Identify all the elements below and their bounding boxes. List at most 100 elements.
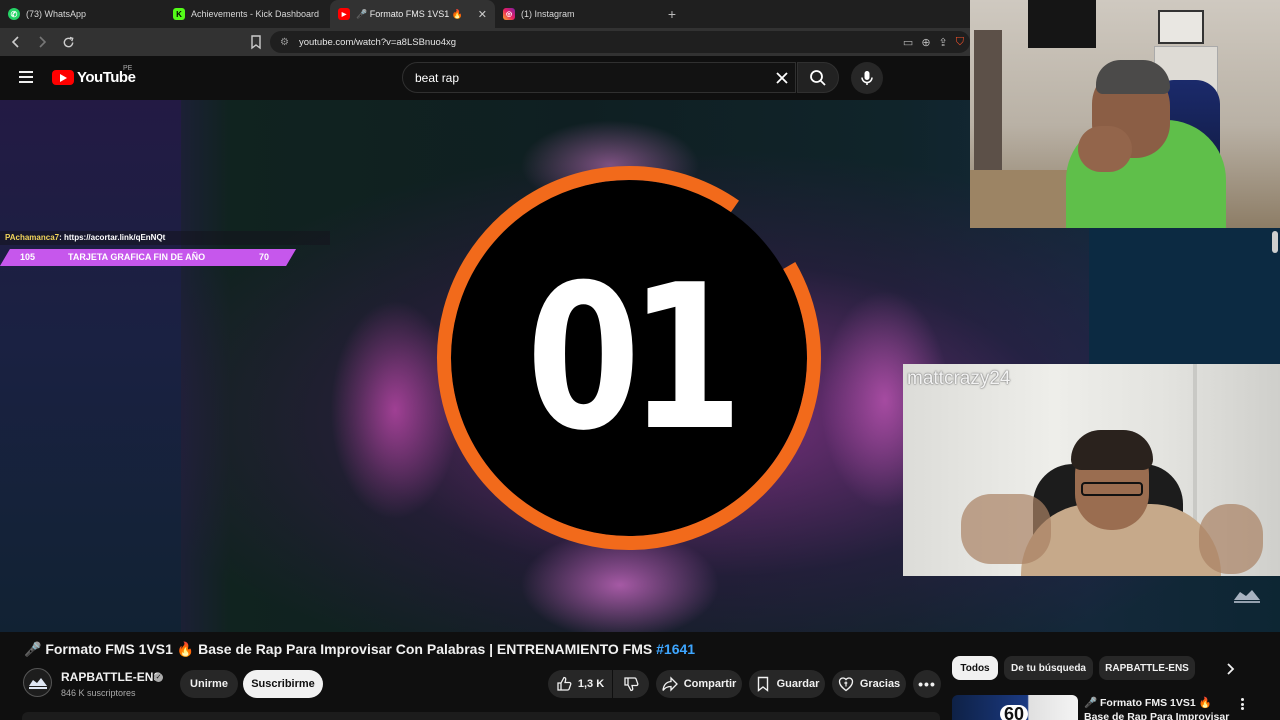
- subscribe-label: Suscribirme: [251, 678, 315, 690]
- video-left-band: [0, 100, 181, 632]
- search-query: beat rap: [415, 70, 460, 85]
- thumbnail-counter: 60: [1000, 705, 1029, 720]
- brave-shield-icon[interactable]: ⛉: [956, 36, 964, 49]
- youtube-logo[interactable]: YouTube PE: [52, 65, 136, 86]
- channel-logo-icon: [28, 677, 47, 689]
- goal-name: TARJETA GRAFICA FIN DE AÑO: [68, 252, 206, 262]
- toolbar-actions: ▭ ⊕ ⇪ ⛉: [903, 28, 964, 56]
- save-label: Guardar: [776, 678, 820, 690]
- back-button[interactable]: [6, 32, 26, 52]
- site-settings-icon[interactable]: ⚙: [280, 37, 289, 48]
- browser-toolbar: ⚙ youtube.com/watch?v=a8LSBnuo4xg ▭ ⊕ ⇪ …: [0, 28, 970, 56]
- reload-button[interactable]: [58, 32, 78, 52]
- chip-from-search[interactable]: De tu búsqueda: [1004, 656, 1093, 680]
- guest-hand: [1199, 504, 1263, 574]
- goal-current-value: 105: [20, 252, 36, 262]
- streamer-webcam: [970, 0, 1280, 228]
- guest-webcam: mattcrazy24: [903, 364, 1280, 576]
- like-button[interactable]: 1,3 K: [548, 670, 612, 698]
- chip-label: De tu búsqueda: [1010, 662, 1086, 674]
- region-code: PE: [123, 65, 133, 72]
- cast-icon[interactable]: ▭: [903, 36, 913, 49]
- tab-title: (1) Instagram: [521, 9, 575, 19]
- more-vertical-icon[interactable]: [1236, 696, 1248, 712]
- description-box[interactable]: [22, 712, 940, 720]
- dislike-button[interactable]: [613, 670, 649, 698]
- video-side-panel: [1089, 228, 1280, 364]
- scrollbar-thumb[interactable]: [1272, 231, 1278, 253]
- new-tab-button[interactable]: +: [662, 0, 682, 28]
- microphone-icon: [861, 71, 873, 85]
- browser-tabstrip: ✆ (73) WhatsApp K Achievements - Kick Da…: [0, 0, 970, 28]
- cam-background: [1158, 10, 1204, 44]
- zoom-icon[interactable]: ⊕: [921, 36, 930, 49]
- back-arrow-icon: [11, 36, 19, 48]
- chat-username: PAchamanca7: [5, 233, 60, 242]
- tab-youtube[interactable]: ▶ 🎤 Formato FMS 1VS1 🔥 Base ✕: [330, 0, 495, 28]
- save-button[interactable]: Guardar: [749, 670, 825, 698]
- menu-icon[interactable]: [19, 71, 33, 83]
- cam-background: [1028, 0, 1096, 48]
- streamer-hair: [1096, 60, 1170, 94]
- video-title: 🎤 Formato FMS 1VS1 🔥 Base de Rap Para Im…: [24, 641, 944, 661]
- guest-hair: [1071, 430, 1153, 470]
- thanks-button[interactable]: Gracias: [832, 670, 906, 698]
- super-thanks-icon: [838, 676, 854, 692]
- guest-glasses: [1081, 482, 1143, 496]
- screen: ✆ (73) WhatsApp K Achievements - Kick Da…: [0, 0, 1280, 720]
- forward-button[interactable]: [32, 32, 52, 52]
- bookmark-icon[interactable]: [248, 34, 264, 50]
- share-button[interactable]: Compartir: [656, 670, 742, 698]
- countdown-number: 01: [526, 241, 743, 475]
- whatsapp-icon: ✆: [8, 8, 20, 20]
- reload-icon: [63, 36, 74, 47]
- join-label: Unirme: [190, 678, 228, 690]
- address-bar[interactable]: ⚙ youtube.com/watch?v=a8LSBnuo4xg: [270, 31, 970, 53]
- channel-avatar[interactable]: [23, 668, 52, 697]
- url-text: youtube.com/watch?v=a8LSBnuo4xg: [298, 36, 457, 48]
- cam-background: [970, 170, 1070, 228]
- chat-message: PAchamanca7: https://acortar.link/qEnNQt: [0, 231, 330, 245]
- bookmark-icon: [755, 676, 771, 692]
- join-button[interactable]: Unirme: [180, 670, 238, 698]
- voice-search-button[interactable]: [851, 62, 883, 94]
- tab-title: (73) WhatsApp: [26, 9, 87, 19]
- tab-kick[interactable]: K Achievements - Kick Dashboard: [165, 0, 330, 28]
- recommendation-title[interactable]: 🎤 Formato FMS 1VS1 🔥 Base de Rap Para Im…: [1084, 696, 1232, 720]
- tab-whatsapp[interactable]: ✆ (73) WhatsApp: [0, 0, 165, 28]
- tab-instagram[interactable]: ◎ (1) Instagram: [495, 0, 660, 28]
- channel-watermark-icon[interactable]: [1232, 586, 1262, 606]
- donation-goal-bar: 105 TARJETA GRAFICA FIN DE AÑO 70: [0, 249, 296, 266]
- search-icon: [810, 69, 826, 86]
- streamer-hand: [1078, 126, 1132, 172]
- recommendation-thumbnail[interactable]: 60: [952, 695, 1078, 720]
- cam-background: [974, 30, 1002, 170]
- youtube-play-icon: [52, 70, 74, 85]
- clear-search-button[interactable]: [773, 69, 791, 87]
- chip-all[interactable]: Todos: [952, 656, 998, 680]
- video-hashtag[interactable]: #1641: [656, 641, 695, 657]
- guest-hand: [961, 494, 1051, 564]
- video-title-text: 🎤 Formato FMS 1VS1 🔥 Base de Rap Para Im…: [24, 641, 653, 657]
- close-icon: [776, 72, 788, 84]
- like-count: 1,3 K: [577, 678, 605, 690]
- chevron-right-icon: [1227, 663, 1235, 675]
- chips-next-button[interactable]: [1219, 658, 1241, 680]
- share-icon[interactable]: ⇪: [939, 36, 948, 49]
- search-input[interactable]: beat rap: [402, 62, 796, 93]
- subscribe-button[interactable]: Suscribirme: [243, 670, 323, 698]
- close-icon[interactable]: ✕: [478, 8, 487, 21]
- search-button[interactable]: [797, 62, 839, 93]
- share-label: Compartir: [683, 678, 737, 690]
- chip-channel[interactable]: RAPBATTLE-ENS: [1099, 656, 1195, 680]
- thanks-label: Gracias: [859, 678, 901, 690]
- thumbs-up-icon: [556, 676, 572, 692]
- instagram-icon: ◎: [503, 8, 515, 20]
- tab-title: 🎤 Formato FMS 1VS1 🔥 Base: [356, 8, 466, 19]
- forward-arrow-icon: [39, 36, 47, 48]
- more-actions-button[interactable]: •••: [913, 670, 941, 698]
- channel-name[interactable]: RAPBATTLE-ENS: [61, 670, 161, 684]
- youtube-header: YouTube PE beat rap: [0, 56, 970, 100]
- guest-username: mattcrazy24: [907, 368, 1011, 389]
- tab-title: Achievements - Kick Dashboard: [191, 9, 320, 19]
